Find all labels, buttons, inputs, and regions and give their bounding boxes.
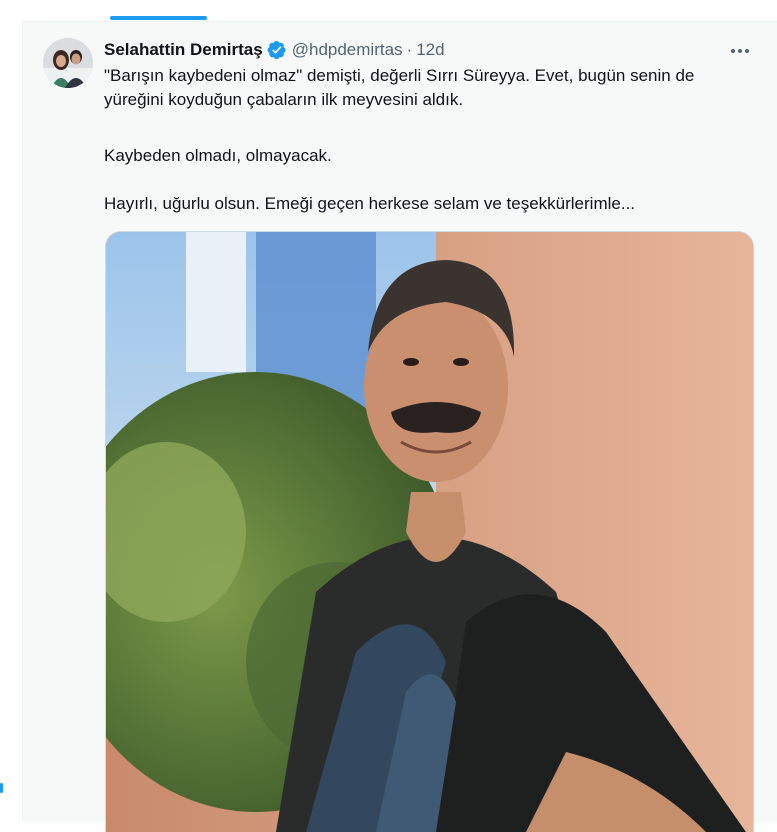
tweet-header: Selahattin Demirtaş @hdpdemirtas · 12d	[104, 38, 445, 62]
tweet-text-paragraph: "Barışın kaybedeni olmaz" demişti, değer…	[104, 66, 695, 109]
tweet[interactable]: Selahattin Demirtaş @hdpdemirtas · 12d "…	[22, 22, 777, 832]
tweet-text-paragraph: Kaybeden olmadı, olmayacak.	[104, 146, 332, 165]
author-name[interactable]: Selahattin Demirtaş	[104, 40, 263, 60]
separator: ·	[406, 40, 413, 59]
nav-indicator	[0, 783, 3, 793]
verified-badge-icon	[267, 41, 286, 59]
more-options-icon[interactable]	[723, 38, 757, 64]
author-handle[interactable]: @hdpdemirtas	[292, 40, 403, 60]
photo-image	[106, 232, 753, 832]
avatar[interactable]	[43, 38, 93, 88]
tweet-photo[interactable]	[105, 231, 754, 832]
active-tab-indicator	[110, 16, 207, 20]
timestamp[interactable]: 12d	[416, 40, 444, 60]
left-column	[0, 0, 22, 822]
avatar-image	[43, 38, 93, 88]
tweet-text-paragraph: Hayırlı, uğurlu olsun. Emeği geçen herke…	[104, 194, 636, 213]
